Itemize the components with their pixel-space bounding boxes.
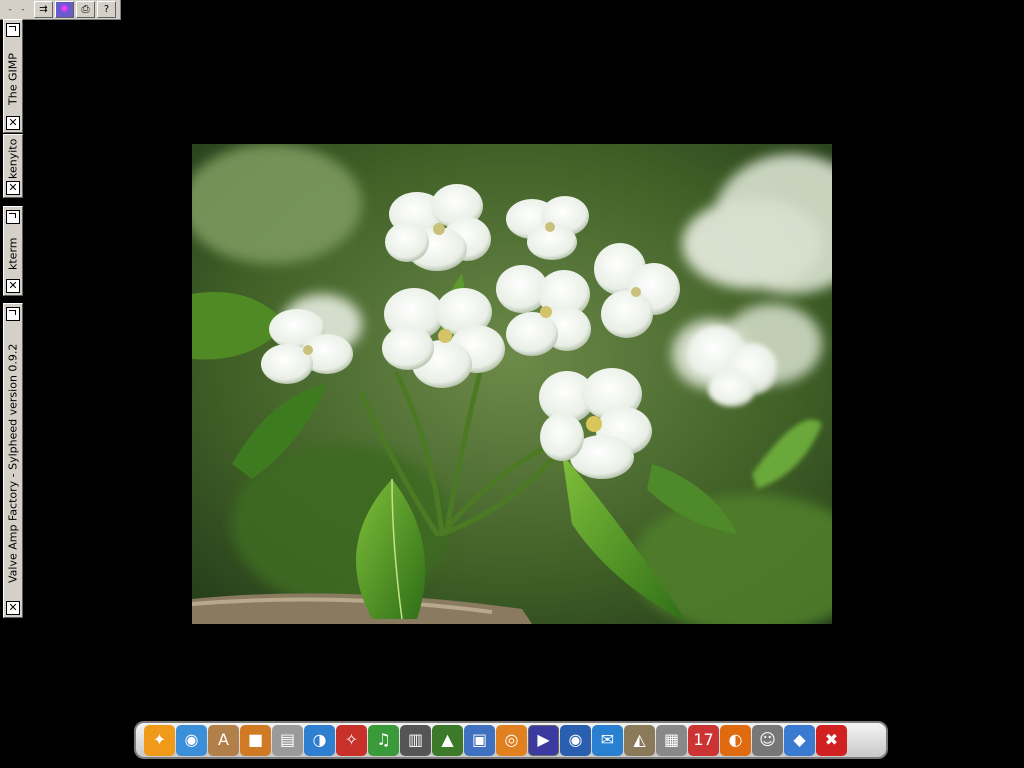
help-icon[interactable]: ?	[97, 1, 116, 18]
window-tab-kterm[interactable]: kterm ✕	[3, 206, 23, 296]
window-tab-label: kenyito	[6, 139, 20, 179]
maximize-icon[interactable]	[6, 307, 20, 321]
window-tab-label: Valve Amp Factory - Sylpheed version 0.9…	[6, 343, 20, 584]
close-icon[interactable]: ✕	[6, 279, 20, 293]
users-icon[interactable]: ☺	[752, 724, 783, 756]
firefox-glyph: ◐	[728, 730, 743, 749]
window-tab-label: The GIMP	[6, 53, 20, 105]
blossom-image	[192, 144, 832, 624]
gimp-glyph: ◭	[633, 730, 646, 749]
users-glyph: ☺	[759, 730, 776, 749]
package-glyph: ■	[247, 730, 264, 749]
calendar-glyph: 17	[693, 730, 714, 749]
image-viewer-icon[interactable]: ▲	[432, 724, 463, 756]
headphones-icon[interactable]: ◑	[304, 724, 335, 756]
printer-glyph: ⎙	[81, 4, 90, 15]
help-glyph: ?	[103, 4, 110, 15]
blender-icon[interactable]: ◎	[496, 724, 527, 756]
window-tab-sylpheed[interactable]: Valve Amp Factory - Sylpheed version 0.9…	[3, 303, 23, 618]
music-cd-glyph: ♫	[376, 730, 391, 749]
close-icon[interactable]: ✕	[6, 116, 20, 130]
window-tab-gimp[interactable]: The GIMP ✕	[3, 19, 23, 133]
image-viewer-glyph: ▲	[441, 730, 454, 749]
network-computer-glyph: ▣	[471, 730, 488, 749]
eye-icon[interactable]: ◉	[560, 724, 591, 756]
close-red-icon[interactable]: ✖	[816, 724, 847, 756]
film-icon[interactable]: ▥	[400, 724, 431, 756]
network-computer-icon[interactable]: ▣	[464, 724, 495, 756]
calculator-icon[interactable]: ▦	[656, 724, 687, 756]
media-player-glyph: ▶	[537, 730, 550, 749]
blender-glyph: ◎	[504, 730, 519, 749]
window-tab-kenyito[interactable]: kenyito ✕	[3, 134, 23, 198]
close-red-glyph: ✖	[824, 730, 839, 749]
butterfly-glyph: ✺	[60, 4, 69, 15]
window-tab-label: kterm	[6, 237, 20, 271]
document-icon[interactable]: ▤	[272, 724, 303, 756]
maximize-icon[interactable]	[6, 23, 20, 37]
calendar-icon[interactable]: 17	[688, 724, 719, 756]
network-globe-glyph: ◉	[184, 730, 199, 749]
document-glyph: ▤	[279, 730, 296, 749]
package-icon[interactable]: ■	[240, 724, 271, 756]
text-editor-icon[interactable]: A	[208, 724, 239, 756]
printer-icon[interactable]: ⎙	[76, 1, 95, 18]
maximize-icon[interactable]	[6, 210, 20, 224]
top-toolbar: - - - - ⇉ ✺ ⎙ ?	[0, 0, 121, 31]
mail-icon[interactable]: ✉	[592, 724, 623, 756]
cube-glyph: ◆	[793, 730, 806, 749]
cube-icon[interactable]: ◆	[784, 724, 815, 756]
network-globe-icon[interactable]: ◉	[176, 724, 207, 756]
eye-glyph: ◉	[568, 730, 583, 749]
calculator-glyph: ▦	[663, 730, 680, 749]
desktop-pager[interactable]: - - - -	[2, 2, 32, 31]
music-cd-icon[interactable]: ♫	[368, 724, 399, 756]
media-player-icon[interactable]: ▶	[528, 724, 559, 756]
film-glyph: ▥	[407, 730, 424, 749]
butterfly-icon[interactable]: ✺	[55, 1, 74, 18]
shell-icon[interactable]: ✦	[144, 724, 175, 756]
pdf-reader-glyph: ✧	[344, 730, 359, 749]
tray-toggle-icon[interactable]: ⇉	[34, 1, 53, 18]
text-editor-glyph: A	[218, 730, 229, 749]
pdf-reader-icon[interactable]: ✧	[336, 724, 367, 756]
mail-glyph: ✉	[600, 730, 615, 749]
firefox-icon[interactable]: ◐	[720, 724, 751, 756]
tray-toggle-glyph: ⇉	[39, 4, 48, 15]
desktop-wallpaper-photo	[192, 144, 832, 624]
application-dock: ✦ ◉ A ■ ▤ ◑ ✧ ♫ ▥ ▲ ▣ ◎ ▶ ◉ ✉ ◭ ▦ 17 ◐ ☺ ◆ ✖	[134, 721, 888, 759]
headphones-glyph: ◑	[312, 730, 327, 749]
shell-glyph: ✦	[152, 730, 167, 749]
close-icon[interactable]: ✕	[6, 181, 20, 195]
close-icon[interactable]: ✕	[6, 601, 20, 615]
gimp-icon[interactable]: ◭	[624, 724, 655, 756]
